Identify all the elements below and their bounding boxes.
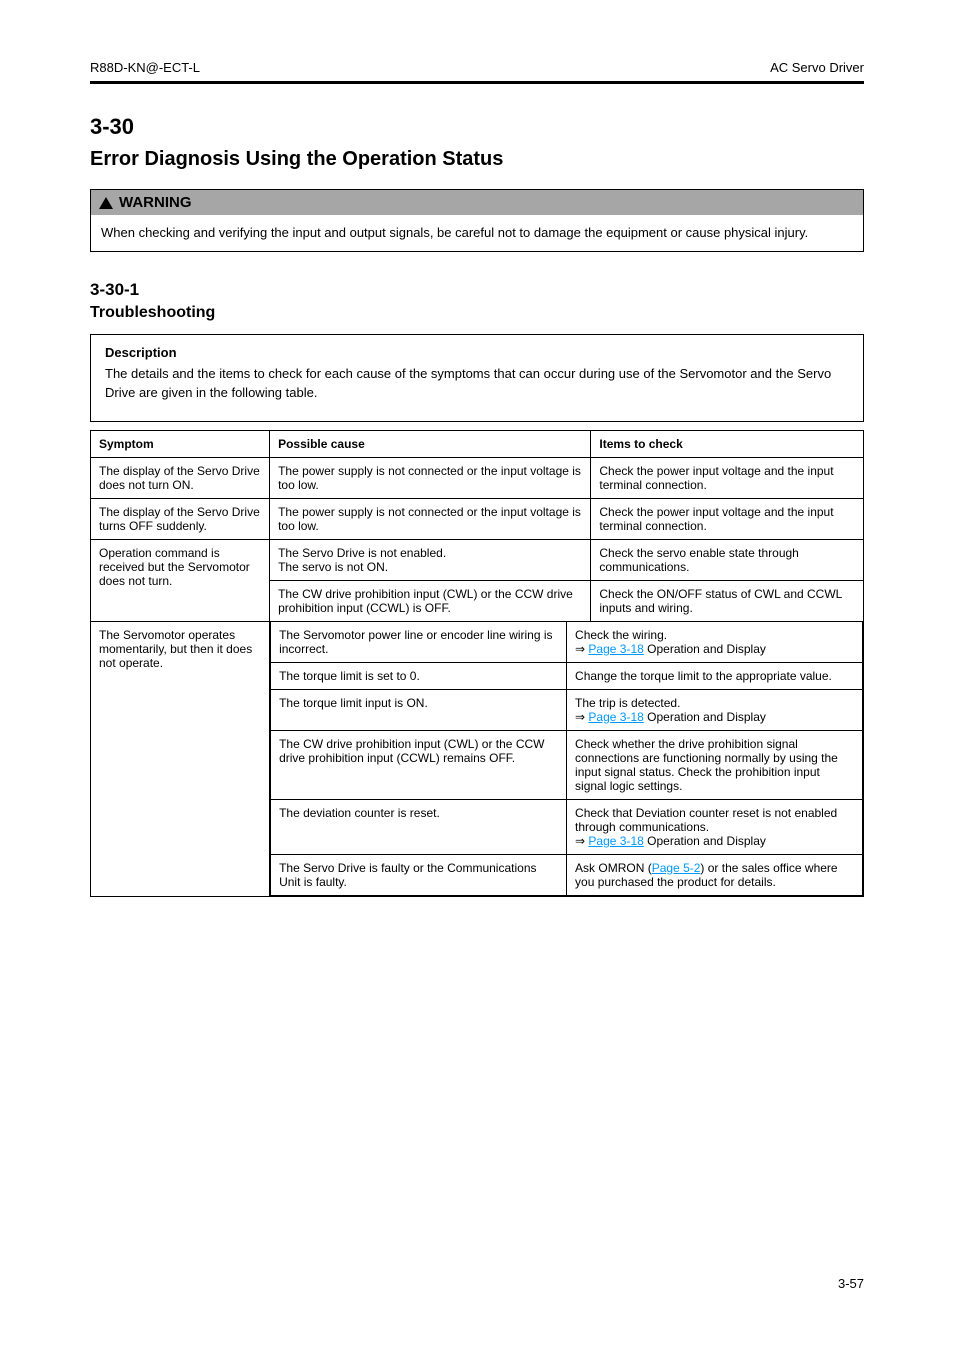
cell-items: Check the power input voltage and the in… bbox=[591, 498, 864, 539]
cell-cause: The torque limit is set to 0. bbox=[271, 662, 567, 689]
sub-rows: The Servomotor power line or encoder lin… bbox=[270, 622, 863, 896]
table-row: Operation command is received but the Se… bbox=[91, 539, 864, 580]
page-header: R88D-KN@-ECT-L AC Servo Driver bbox=[90, 60, 864, 75]
items-text: Check that Deviation counter reset is no… bbox=[575, 806, 837, 834]
troubleshooting-table: Symptom Possible cause Items to check Th… bbox=[90, 430, 864, 897]
warning-label: WARNING bbox=[119, 194, 192, 211]
table-row: The display of the Servo Drive does not … bbox=[91, 457, 864, 498]
header-left: R88D-KN@-ECT-L bbox=[90, 60, 200, 75]
sub-row: The Servo Drive is faulty or the Communi… bbox=[271, 854, 863, 895]
arrow-icon: ⇒ bbox=[575, 642, 588, 656]
sub-row: The torque limit input is ON. The trip i… bbox=[271, 689, 863, 730]
cell-symptom: The Servomotor operates momentarily, but… bbox=[91, 621, 270, 896]
items-text: The trip is detected. bbox=[575, 696, 680, 710]
sub-row: The deviation counter is reset. Check th… bbox=[271, 799, 863, 854]
description-text: The details and the items to check for e… bbox=[105, 364, 849, 403]
cell-cause: The CW drive prohibition input (CWL) or … bbox=[270, 580, 591, 621]
sub-row: The Servomotor power line or encoder lin… bbox=[271, 622, 863, 663]
arrow-icon: ⇒ bbox=[575, 834, 588, 848]
sub-row: The CW drive prohibition input (CWL) or … bbox=[271, 730, 863, 799]
description-label: Description bbox=[105, 345, 849, 360]
warning-box: WARNING When checking and verifying the … bbox=[90, 189, 864, 252]
cell-cause: The Servomotor power line or encoder lin… bbox=[271, 622, 567, 663]
cell-items: Check the ON/OFF status of CWL and CCWL … bbox=[591, 580, 864, 621]
cell-items: Check the wiring. ⇒ Page 3-18 Operation … bbox=[567, 622, 863, 663]
warning-icon bbox=[99, 197, 113, 209]
table-header-row: Symptom Possible cause Items to check bbox=[91, 430, 864, 457]
subsection-number: 3-30-1 bbox=[90, 280, 864, 300]
sub-row: The torque limit is set to 0. Change the… bbox=[271, 662, 863, 689]
col-symptom: Symptom bbox=[91, 430, 270, 457]
cell-items: Check the servo enable state through com… bbox=[591, 539, 864, 580]
page-link[interactable]: Page 3-18 bbox=[588, 710, 643, 724]
table-row: The display of the Servo Drive turns OFF… bbox=[91, 498, 864, 539]
header-rule bbox=[90, 81, 864, 84]
col-items: Items to check bbox=[591, 430, 864, 457]
warning-body: When checking and verifying the input an… bbox=[91, 215, 863, 251]
page-number: 3-57 bbox=[838, 1276, 864, 1291]
cell-items: Check that Deviation counter reset is no… bbox=[567, 799, 863, 854]
cell-cause: The Servo Drive is not enabled. The serv… bbox=[270, 539, 591, 580]
cell-cause: The power supply is not connected or the… bbox=[270, 457, 591, 498]
col-cause: Possible cause bbox=[270, 430, 591, 457]
page-link[interactable]: Page 5-2 bbox=[652, 861, 701, 875]
items-text: Check the wiring. bbox=[575, 628, 667, 642]
page-link[interactable]: Page 3-18 bbox=[588, 834, 643, 848]
cell-items: Change the torque limit to the appropria… bbox=[567, 662, 863, 689]
cell-symptom: Operation command is received but the Se… bbox=[91, 539, 270, 621]
cell-cause: The torque limit input is ON. bbox=[271, 689, 567, 730]
cell-items: Check the power input voltage and the in… bbox=[591, 457, 864, 498]
description-box: Description The details and the items to… bbox=[90, 334, 864, 422]
items-pre: Ask OMRON ( bbox=[575, 861, 652, 875]
cell-cause: The power supply is not connected or the… bbox=[270, 498, 591, 539]
subsection-title: Troubleshooting bbox=[90, 304, 864, 322]
items-tail: Operation and Display bbox=[644, 642, 766, 656]
cell-symptom: The display of the Servo Drive turns OFF… bbox=[91, 498, 270, 539]
section-number: 3-30 bbox=[90, 114, 864, 140]
cell-items: Ask OMRON (Page 5-2) or the sales office… bbox=[567, 854, 863, 895]
header-right: AC Servo Driver bbox=[770, 60, 864, 75]
items-tail: Operation and Display bbox=[644, 834, 766, 848]
section-title: Error Diagnosis Using the Operation Stat… bbox=[90, 148, 864, 171]
cell-symptom: The display of the Servo Drive does not … bbox=[91, 457, 270, 498]
page-link[interactable]: Page 3-18 bbox=[588, 642, 643, 656]
cell-items: Check whether the drive prohibition sign… bbox=[567, 730, 863, 799]
arrow-icon: ⇒ bbox=[575, 710, 588, 724]
table-row: The Servomotor operates momentarily, but… bbox=[91, 621, 864, 896]
cell-items: The trip is detected. ⇒ Page 3-18 Operat… bbox=[567, 689, 863, 730]
cell-cause: The Servo Drive is faulty or the Communi… bbox=[271, 854, 567, 895]
cell-cause: The deviation counter is reset. bbox=[271, 799, 567, 854]
warning-header: WARNING bbox=[91, 190, 863, 215]
cell-cause: The CW drive prohibition input (CWL) or … bbox=[271, 730, 567, 799]
items-tail: Operation and Display bbox=[644, 710, 766, 724]
